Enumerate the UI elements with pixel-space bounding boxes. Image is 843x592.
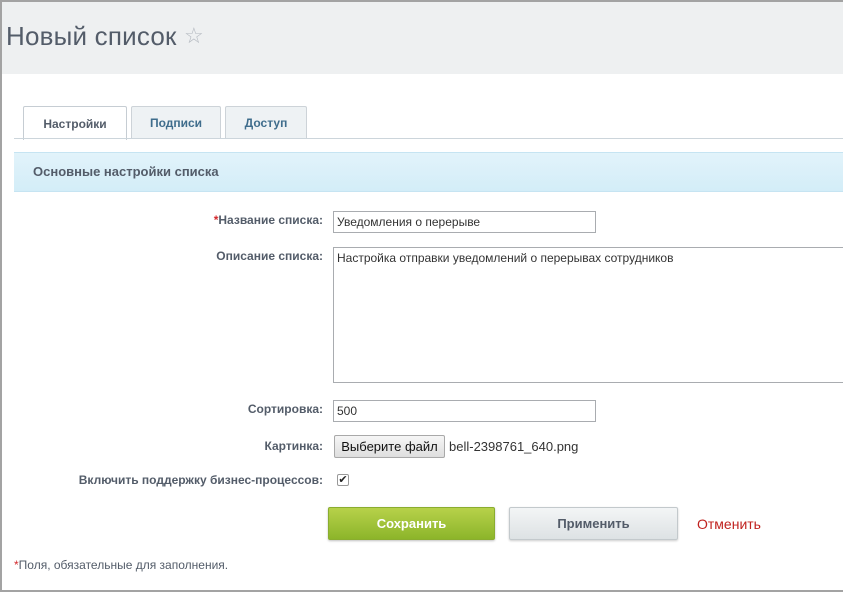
list-name-input[interactable]: Уведомления о перерыве (333, 211, 596, 233)
tab-captions[interactable]: Подписи (131, 106, 221, 139)
tabs-divider (14, 138, 843, 139)
section-header: Основные настройки списка (14, 152, 843, 192)
sort-input[interactable]: 500 (333, 400, 596, 422)
selected-file-name: bell-2398761_640.png (449, 439, 579, 454)
tab-access[interactable]: Доступ (225, 106, 307, 139)
apply-button[interactable]: Применить (509, 507, 678, 540)
star-icon[interactable]: ☆ (184, 25, 204, 47)
page-header: Новый список ☆ (2, 2, 843, 74)
list-description-label: Описание списка: (216, 249, 323, 263)
list-description-textarea[interactable]: Настройка отправки уведомлений о перерыв… (333, 247, 843, 383)
bizproc-label: Включить поддержку бизнес-процессов: (78, 473, 323, 487)
picture-label: Картинка: (264, 439, 324, 453)
choose-file-button[interactable]: Выберите файл (334, 435, 445, 458)
sort-label: Сортировка: (247, 402, 323, 416)
tab-settings[interactable]: Настройки (23, 106, 127, 140)
save-button[interactable]: Сохранить (328, 507, 495, 540)
cancel-link[interactable]: Отменить (697, 516, 761, 532)
required-fields-note: *Поля, обязательные для заполнения. (14, 558, 229, 572)
section-title: Основные настройки списка (33, 164, 219, 179)
page-title: Новый список (6, 21, 177, 51)
bizproc-checkbox[interactable]: ✔ (337, 474, 349, 486)
list-name-label: *Название списка: (213, 213, 323, 227)
